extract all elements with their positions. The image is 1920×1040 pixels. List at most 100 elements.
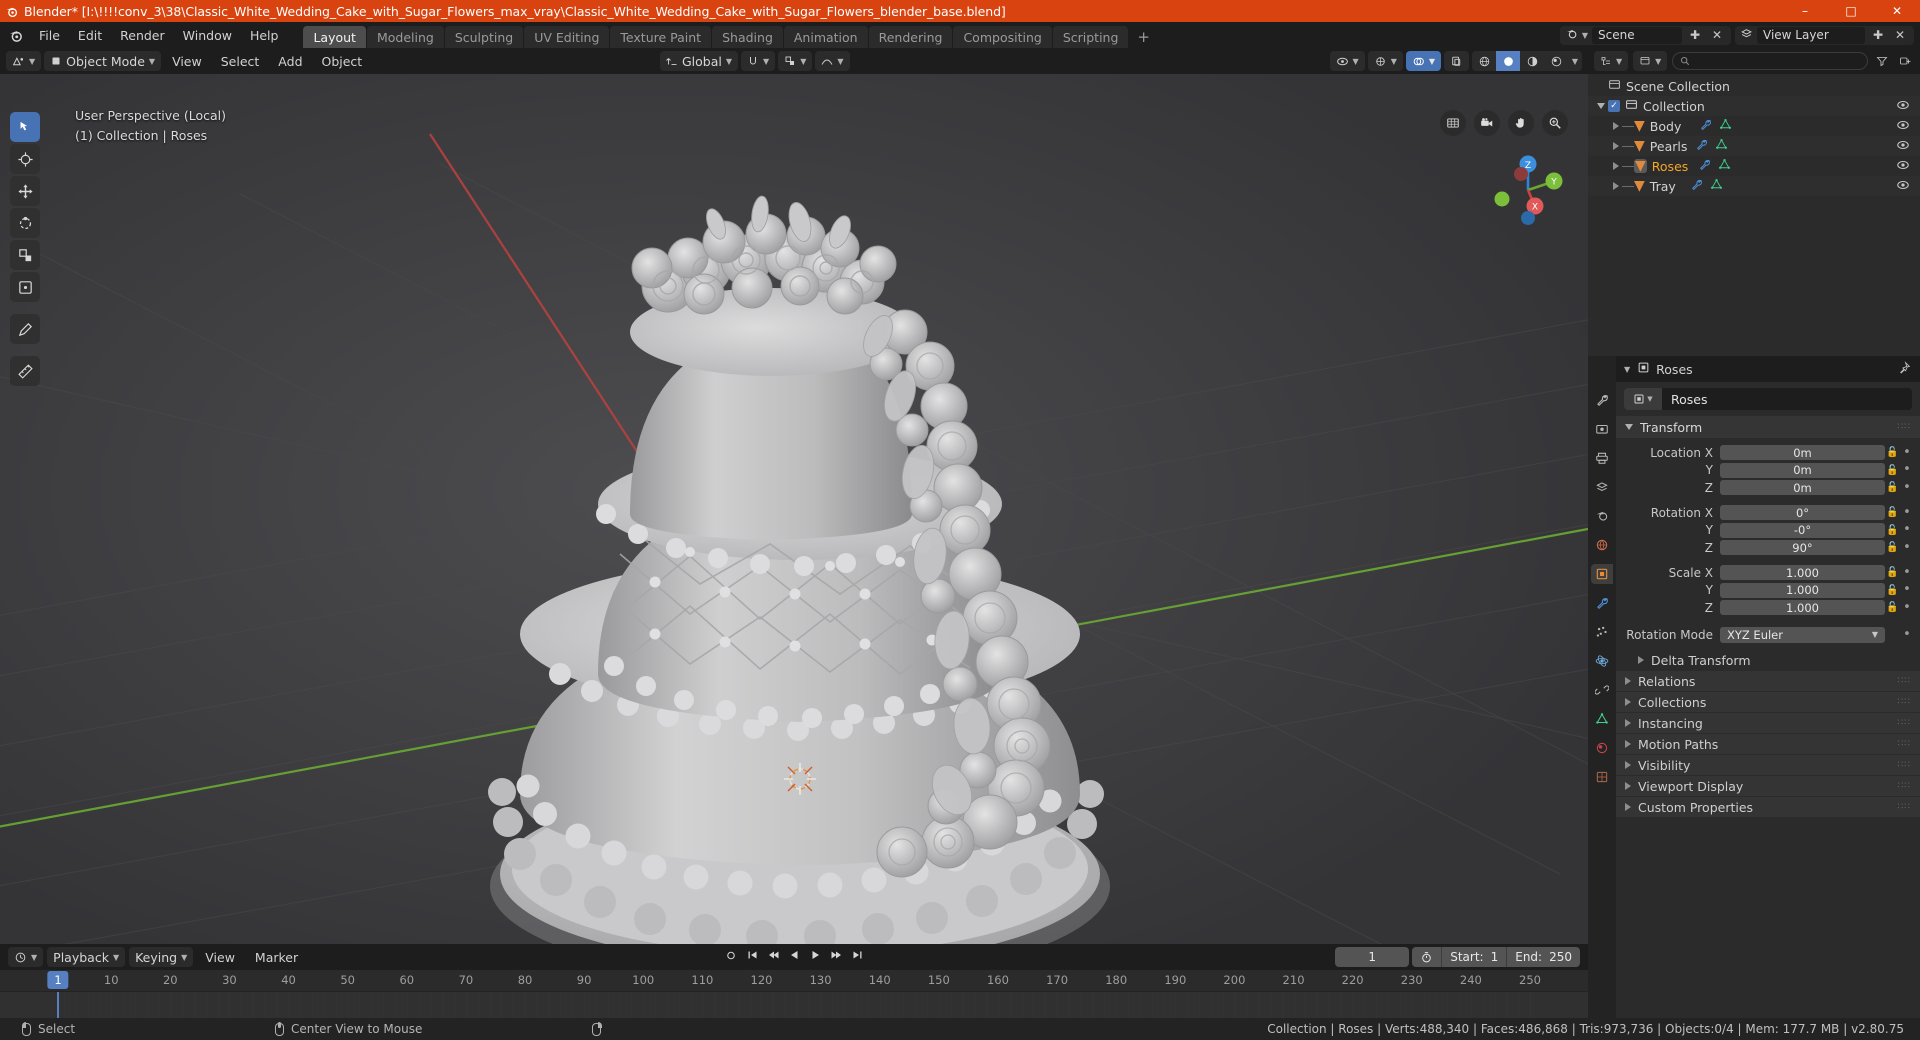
- tab-animation[interactable]: Animation: [783, 26, 868, 50]
- add-workspace-button[interactable]: +: [1129, 28, 1158, 46]
- tool-transform[interactable]: [10, 272, 40, 302]
- delta-transform-subpanel[interactable]: Delta Transform: [1616, 650, 1920, 670]
- instancing-expand-icon[interactable]: [1625, 719, 1631, 727]
- tab-scripting[interactable]: Scripting: [1052, 26, 1129, 50]
- pearls-expand-icon[interactable]: [1594, 142, 1622, 150]
- next-keyframe-icon[interactable]: [831, 949, 843, 965]
- outliner-editor-type[interactable]: ▼: [1594, 51, 1629, 71]
- proportional-editing-toggle[interactable]: ▼: [815, 51, 850, 71]
- shading-solid-button[interactable]: [1496, 51, 1520, 71]
- scale-y-animate-icon[interactable]: •: [1900, 583, 1914, 596]
- modifier-wrench-icon[interactable]: [1695, 138, 1708, 154]
- collection-visibility-icon[interactable]: [1896, 98, 1910, 115]
- timeline-ruler[interactable]: 10 20 30 40 50 60 70 80 90 100 110 120 130 140 150 160 1…: [0, 970, 1588, 992]
- viewport-menu-add[interactable]: Add: [270, 51, 310, 72]
- menu-edit[interactable]: Edit: [69, 25, 111, 46]
- tool-select-box[interactable]: [10, 112, 40, 142]
- tab-particle-properties[interactable]: [1591, 622, 1613, 642]
- properties-panel[interactable]: ▼ Roses ▼ Roses Transform ∷∷ Location X …: [1588, 356, 1920, 1018]
- mesh-data-icon[interactable]: [1715, 138, 1728, 154]
- rotation-x-field[interactable]: 0°: [1720, 505, 1885, 520]
- roses-visibility-icon[interactable]: [1896, 158, 1910, 175]
- tab-viewlayer-properties[interactable]: [1591, 477, 1613, 497]
- rotation-y-lock-icon[interactable]: 🔓: [1885, 525, 1900, 536]
- panel-motion-paths[interactable]: Motion Paths ∷∷: [1616, 734, 1920, 754]
- rotation-x-row[interactable]: Rotation X 0° 🔓 •: [1616, 505, 1920, 521]
- location-y-lock-icon[interactable]: 🔓: [1885, 465, 1900, 476]
- scene-name[interactable]: Scene: [1592, 26, 1682, 44]
- auto-key-icon[interactable]: [1412, 947, 1441, 967]
- tool-rotate[interactable]: [10, 208, 40, 238]
- tab-material-properties[interactable]: [1591, 738, 1613, 758]
- panel-collections[interactable]: Collections ∷∷: [1616, 692, 1920, 712]
- transform-orientation-selector[interactable]: Global ▼: [660, 51, 739, 71]
- collection-expand-icon[interactable]: [1594, 103, 1608, 109]
- delete-viewlayer-icon[interactable]: ✕: [1891, 26, 1909, 44]
- interaction-mode-selector[interactable]: Object Mode ▼: [44, 51, 162, 71]
- location-z-field[interactable]: 0m: [1720, 480, 1885, 495]
- mesh-data-icon[interactable]: [1718, 158, 1731, 174]
- mesh-data-icon[interactable]: [1710, 178, 1723, 194]
- body-expand-icon[interactable]: [1594, 122, 1622, 130]
- rotation-z-animate-icon[interactable]: •: [1900, 541, 1914, 554]
- location-z-animate-icon[interactable]: •: [1900, 481, 1914, 494]
- tab-texture-paint[interactable]: Texture Paint: [610, 26, 712, 50]
- viewport-3d[interactable]: ▼ Object Mode ▼ View Select Add Object G…: [0, 48, 1588, 944]
- maximize-button[interactable]: □: [1828, 0, 1874, 22]
- hand-icon[interactable]: [1508, 110, 1534, 136]
- tool-measure[interactable]: [10, 356, 40, 386]
- tool-scale[interactable]: [10, 240, 40, 270]
- properties-editor-dropdown-icon[interactable]: ▼: [1624, 365, 1630, 374]
- scale-y-lock-icon[interactable]: 🔓: [1885, 585, 1900, 596]
- menu-render[interactable]: Render: [111, 25, 174, 46]
- scale-z-lock-icon[interactable]: 🔓: [1885, 602, 1900, 613]
- panel-viewport-display[interactable]: Viewport Display ∷∷: [1616, 776, 1920, 796]
- scale-x-lock-icon[interactable]: 🔓: [1885, 567, 1900, 578]
- scale-y-row[interactable]: Y 1.000 🔓 •: [1616, 582, 1920, 598]
- timeline-playback-menu[interactable]: Playback ▼: [47, 947, 126, 967]
- outliner-display-mode[interactable]: ▼: [1633, 51, 1668, 71]
- camera-icon[interactable]: [1474, 110, 1500, 136]
- timeline-track-area[interactable]: [0, 992, 1588, 1018]
- panel-custom-properties[interactable]: Custom Properties ∷∷: [1616, 797, 1920, 817]
- delete-scene-icon[interactable]: ✕: [1708, 26, 1726, 44]
- rotation-z-row[interactable]: Z 90° 🔓 •: [1616, 540, 1920, 556]
- overlays-toggle[interactable]: ▼: [1405, 51, 1441, 71]
- shading-material-button[interactable]: [1520, 51, 1544, 71]
- menu-window[interactable]: Window: [174, 25, 241, 46]
- viewport-menu-object[interactable]: Object: [314, 51, 371, 72]
- modifier-wrench-icon[interactable]: [1698, 158, 1711, 174]
- shading-rendered-button[interactable]: [1544, 51, 1568, 71]
- modifier-wrench-icon[interactable]: [1690, 178, 1703, 194]
- timeline-editor-type[interactable]: ▼: [8, 947, 44, 967]
- location-y-row[interactable]: Y 0m 🔓 •: [1616, 462, 1920, 478]
- tab-uv-editing[interactable]: UV Editing: [524, 26, 610, 50]
- shading-wireframe-button[interactable]: [1472, 51, 1496, 71]
- outliner-row-collection[interactable]: ✓ Collection: [1588, 96, 1920, 116]
- rotation-y-row[interactable]: Y -0° 🔓 •: [1616, 522, 1920, 538]
- new-scene-icon[interactable]: ✚: [1686, 26, 1704, 44]
- motion-paths-expand-icon[interactable]: [1625, 740, 1631, 748]
- tab-render-properties[interactable]: [1591, 419, 1613, 439]
- shading-options-dropdown[interactable]: ▼: [1568, 51, 1582, 71]
- transform-expand-icon[interactable]: [1625, 424, 1633, 430]
- tab-tool-properties[interactable]: [1591, 390, 1613, 410]
- location-x-field[interactable]: 0m: [1720, 445, 1885, 460]
- roses-expand-icon[interactable]: [1594, 162, 1622, 170]
- tab-layout[interactable]: Layout: [303, 26, 366, 50]
- viewport-menu-view[interactable]: View: [164, 51, 210, 72]
- rotation-z-lock-icon[interactable]: 🔓: [1885, 542, 1900, 553]
- menu-help[interactable]: Help: [241, 25, 288, 46]
- close-button[interactable]: ✕: [1874, 0, 1920, 22]
- minimize-button[interactable]: –: [1782, 0, 1828, 22]
- prev-keyframe-icon[interactable]: [768, 949, 780, 965]
- rotation-y-field[interactable]: -0°: [1720, 522, 1885, 538]
- collections-expand-icon[interactable]: [1625, 698, 1631, 706]
- scene-selector[interactable]: ▼ Scene ✚ ✕: [1559, 25, 1731, 45]
- rotation-x-lock-icon[interactable]: 🔓: [1885, 507, 1900, 518]
- tool-annotate[interactable]: [10, 314, 40, 344]
- panel-visibility[interactable]: Visibility ∷∷: [1616, 755, 1920, 775]
- tab-modifier-properties[interactable]: [1591, 593, 1613, 613]
- tool-move[interactable]: [10, 176, 40, 206]
- outliner-row-tray[interactable]: ▼ Tray: [1588, 176, 1920, 196]
